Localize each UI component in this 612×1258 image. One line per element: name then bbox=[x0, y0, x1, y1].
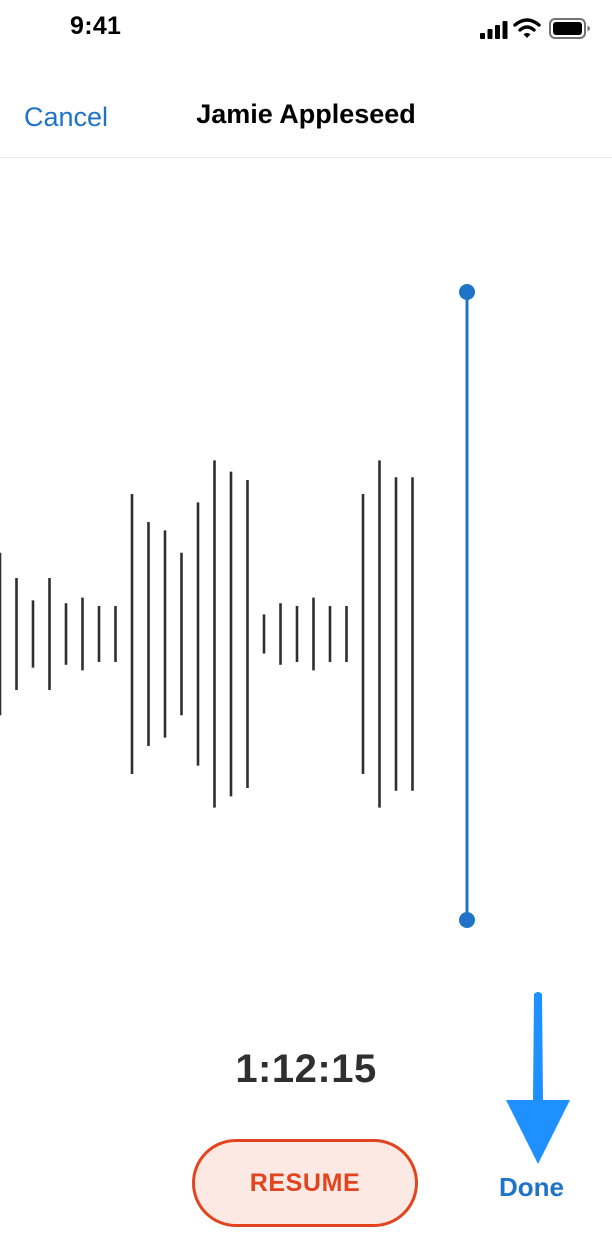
playhead-bottom-handle bbox=[459, 912, 475, 928]
cancel-button[interactable]: Cancel bbox=[24, 102, 108, 133]
status-time: 9:41 bbox=[70, 12, 122, 40]
down-arrow-icon bbox=[506, 992, 570, 1164]
resume-label: RESUME bbox=[249, 1168, 361, 1197]
wifi-icon bbox=[513, 18, 541, 38]
resume-button[interactable]: RESUME bbox=[192, 1139, 418, 1227]
playhead[interactable] bbox=[459, 284, 475, 928]
battery-icon bbox=[549, 18, 590, 39]
done-button[interactable]: Done bbox=[499, 1172, 564, 1203]
nav-divider bbox=[0, 157, 612, 158]
cellular-signal-icon bbox=[480, 21, 508, 39]
playhead-top-handle bbox=[459, 284, 475, 300]
audio-waveform bbox=[0, 284, 475, 928]
